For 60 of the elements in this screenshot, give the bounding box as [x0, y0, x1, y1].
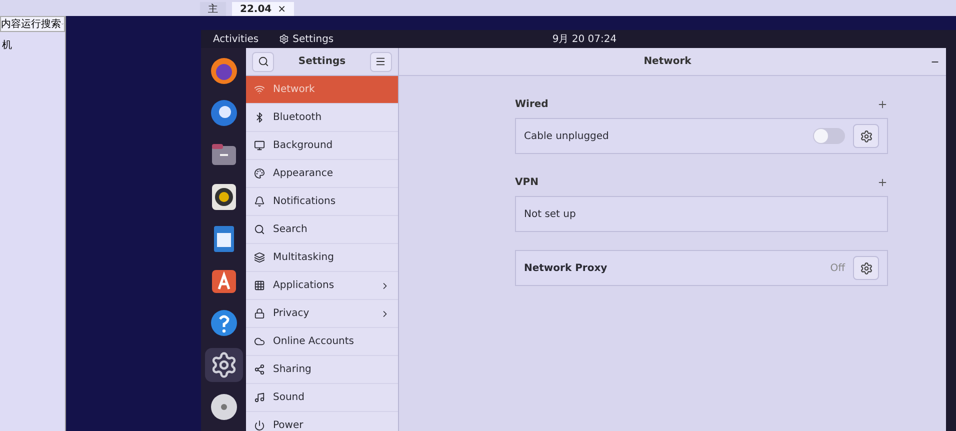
add-icon[interactable] [877, 98, 888, 110]
item-icon [254, 252, 265, 263]
clock[interactable]: 9月 20 07:24 [552, 32, 617, 46]
sidebar-item[interactable]: Sharing [246, 356, 398, 384]
list-row[interactable]: Cable unplugged [515, 118, 888, 154]
menu-icon [375, 56, 386, 67]
sidebar-item[interactable]: Appearance [246, 160, 398, 188]
gear-icon [210, 351, 238, 379]
section-heading: Wired [515, 98, 548, 110]
app-menu[interactable]: Settings [292, 34, 334, 44]
sidebar-title: Settings [298, 56, 346, 67]
menu-button[interactable] [370, 52, 392, 72]
search-field[interactable]: 内容运行搜索 [0, 16, 65, 32]
page-title: Network [644, 56, 692, 67]
sidebar-item[interactable]: Notifications [246, 188, 398, 216]
settings-button[interactable] [853, 124, 879, 148]
item-icon [254, 420, 265, 431]
add-icon[interactable] [877, 176, 888, 188]
toggle-switch[interactable] [813, 128, 845, 144]
sidebar-item[interactable]: Search [246, 216, 398, 244]
item-icon [254, 140, 265, 151]
search-icon [258, 56, 268, 67]
list-row[interactable]: Network Proxy Off [515, 250, 888, 286]
help-icon [210, 309, 238, 337]
sidebar-item[interactable]: Background [246, 132, 398, 160]
item-icon [254, 364, 265, 375]
item-icon [254, 196, 265, 207]
item-icon [254, 336, 265, 347]
settings-icon [860, 130, 872, 142]
row-label: Not set up [524, 208, 577, 220]
browser-tab[interactable]: 22.04 × [232, 2, 294, 16]
close-button[interactable]: × [278, 4, 286, 14]
sidebar-item[interactable]: Sound [246, 384, 398, 412]
item-icon [254, 280, 265, 291]
search-button[interactable] [252, 52, 274, 72]
tree-item[interactable]: 机 [0, 38, 65, 52]
item-icon [254, 308, 265, 319]
dock-item[interactable] [204, 348, 242, 382]
disc-icon [210, 393, 238, 421]
sidebar-item[interactable]: Privacy [246, 300, 398, 328]
item-icon [254, 392, 265, 403]
settings-icon [860, 262, 872, 274]
sidebar-item[interactable]: Online Accounts [246, 328, 398, 356]
row-label: Network Proxy [524, 262, 608, 274]
item-icon [254, 168, 265, 179]
section-heading: VPN [515, 176, 538, 188]
sidebar-item[interactable]: Applications [246, 272, 398, 300]
item-icon [254, 112, 265, 123]
activities-button[interactable]: Activities [213, 34, 259, 44]
gear-icon [278, 34, 289, 44]
settings-button[interactable] [853, 256, 879, 280]
sidebar-item[interactable]: Bluetooth [246, 104, 398, 132]
sidebar-item[interactable]: Power [246, 412, 398, 431]
status-text: Off [830, 262, 845, 274]
row-label: Cable unplugged [524, 130, 610, 142]
browser-tab[interactable]: 主 [200, 2, 226, 16]
item-icon [254, 84, 265, 95]
speaker-icon [210, 183, 238, 211]
sidebar-item[interactable]: Multitasking [246, 244, 398, 272]
item-icon [254, 224, 265, 235]
